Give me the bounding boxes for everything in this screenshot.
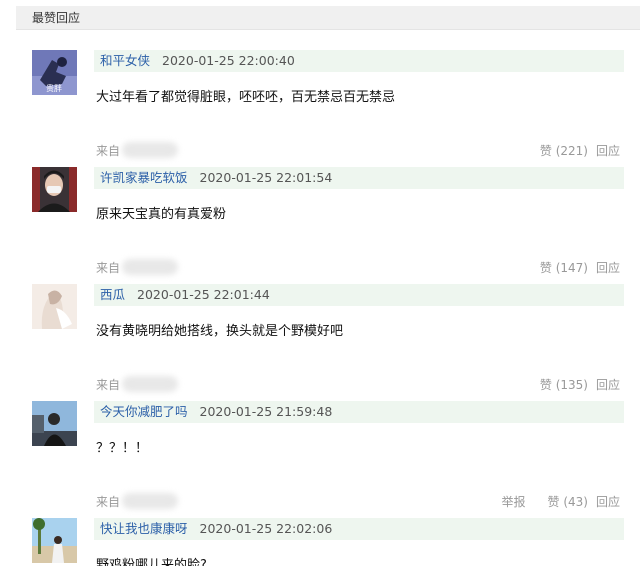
comment-text: 野鸡粉哪儿来的脸? [96,558,207,566]
blurred-source [122,259,178,275]
comment-text: 没有黄晓明给她搭线，换头就是个野模好吧 [96,324,344,339]
comment-footer: 来自 赞 (221) 回应 [0,141,640,161]
comment-footer: 来自 赞 (135) 回应 [0,375,640,395]
avatar[interactable]: 贵胖 [32,50,77,95]
comment-meta: 西瓜 2020-01-25 22:01:44 [94,284,624,306]
timestamp: 2020-01-25 22:00:40 [162,53,295,68]
from-label: 来自 [96,261,121,275]
section-header: 最赞回应 [16,6,640,30]
from-label: 来自 [96,144,121,158]
like-button[interactable]: 赞 (135) [540,378,588,392]
comment-text: ？？！！ [96,441,149,456]
comment-meta: 许凯家暴吃软饭 2020-01-25 22:01:54 [94,167,624,189]
section-title: 最赞回应 [32,11,81,25]
timestamp: 2020-01-25 22:01:54 [199,170,333,185]
blurred-source [122,493,178,509]
comment-text: 原来天宝真的有真爱粉 [96,207,227,222]
from-label: 来自 [96,378,121,392]
username-link[interactable]: 许凯家暴吃软饭 [100,170,188,185]
reply-button[interactable]: 回应 [596,495,620,509]
avatar-caption: 贵胖 [46,83,62,93]
timestamp: 2020-01-25 22:02:06 [199,521,333,536]
reply-button[interactable]: 回应 [596,261,620,275]
from-label: 来自 [96,495,121,509]
blurred-source [122,142,178,158]
username-link[interactable]: 快让我也康康呀 [100,521,188,536]
reply-button[interactable]: 回应 [596,378,620,392]
timestamp: 2020-01-25 22:01:44 [137,287,270,302]
like-button[interactable]: 赞 (43) [548,495,588,509]
avatar[interactable] [32,401,77,446]
like-button[interactable]: 赞 (147) [540,261,588,275]
username-link[interactable]: 西瓜 [100,287,125,302]
comment-text: 大过年看了都觉得脏眼，呸呸呸，百无禁忌百无禁忌 [96,90,396,105]
username-link[interactable]: 今天你减肥了吗 [100,404,188,419]
comment-footer: 来自 赞 (147) 回应 [0,258,640,278]
comment-footer: 来自 举报 赞 (43) 回应 [0,492,640,512]
blurred-source [122,376,178,392]
avatar[interactable] [32,167,77,212]
username-link[interactable]: 和平女侠 [100,53,150,68]
timestamp: 2020-01-25 21:59:48 [199,404,333,419]
like-button[interactable]: 赞 (221) [540,144,588,158]
report-button[interactable]: 举报 [502,495,526,509]
reply-button[interactable]: 回应 [596,144,620,158]
avatar[interactable] [32,518,77,563]
avatar[interactable] [32,284,77,329]
comment-meta: 和平女侠 2020-01-25 22:00:40 [94,50,624,72]
comment-meta: 快让我也康康呀 2020-01-25 22:02:06 [94,518,624,540]
comment-meta: 今天你减肥了吗 2020-01-25 21:59:48 [94,401,624,423]
